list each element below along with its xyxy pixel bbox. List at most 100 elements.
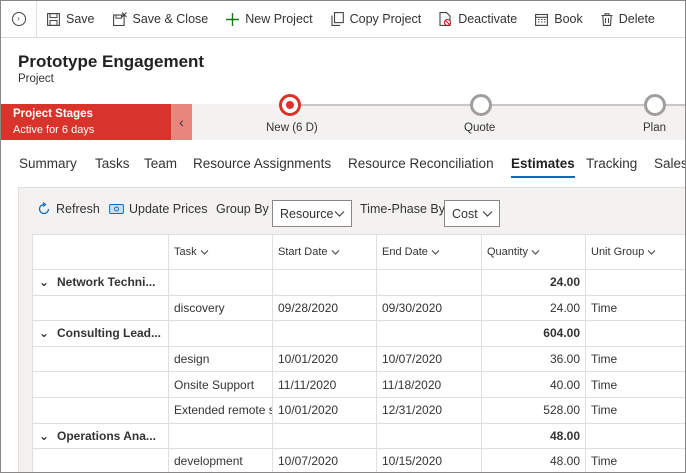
unit-group-cell[interactable]: Time (585, 371, 685, 398)
start-date-cell[interactable]: 10/01/2020 (272, 396, 377, 424)
save-icon (47, 12, 60, 26)
quantity-cell[interactable]: 40.00 (481, 371, 586, 398)
task-cell[interactable]: Extended remote s (168, 396, 273, 424)
table-row[interactable]: Extended remote s 10/01/2020 12/31/2020 … (32, 396, 685, 424)
start-date-cell[interactable]: 09/28/2020 (272, 294, 377, 322)
end-date-cell[interactable]: 09/30/2020 (376, 294, 482, 322)
deactivate-icon (439, 12, 452, 26)
refresh-icon (38, 202, 50, 215)
end-date-cell[interactable]: 12/31/2020 (376, 396, 482, 424)
group-cell[interactable]: ⌄ Network Techni... (32, 269, 169, 296)
table-row[interactable]: design 10/01/2020 10/07/2020 36.00 Time (32, 345, 685, 373)
copy-project-label: Copy Project (349, 12, 422, 26)
deactivate-label: Deactivate (458, 12, 518, 26)
group-cell[interactable]: ⌄ Consulting Lead... (32, 320, 169, 347)
start-date-cell[interactable]: 10/01/2020 (272, 345, 377, 373)
delete-label: Delete (618, 12, 655, 26)
tab-tracking[interactable]: Tracking (586, 156, 637, 171)
group-by-label: Group By (216, 202, 269, 216)
grid-cell (585, 269, 685, 296)
plus-icon (226, 12, 240, 26)
table-row[interactable]: development 10/07/2020 10/15/2020 48.00 … (32, 448, 685, 472)
update-prices-button[interactable]: Update Prices (109, 202, 208, 216)
chevron-down-icon[interactable]: ⌄ (39, 275, 57, 289)
page-title: Prototype Engagement (18, 52, 205, 71)
refresh-label: Refresh (56, 202, 100, 216)
tab-tasks[interactable]: Tasks (95, 156, 130, 171)
column-header-end-date[interactable]: End Date (376, 234, 482, 270)
save-and-close-button[interactable]: Save & Close (105, 1, 219, 37)
deactivate-button[interactable]: Deactivate (431, 1, 527, 37)
time-phase-by-label: Time-Phase By (360, 202, 445, 216)
business-process-flow: Project Stages Active for 6 days ‹ New (… (1, 94, 685, 140)
column-header-start-date[interactable]: Start Date (272, 234, 377, 270)
end-date-cell[interactable]: 11/18/2020 (376, 371, 482, 398)
process-stage-badge[interactable]: Project Stages Active for 6 days (1, 104, 171, 140)
start-date-cell[interactable]: 11/11/2020 (272, 371, 377, 398)
grid-cell (376, 269, 482, 296)
back-button[interactable]: › (1, 1, 37, 37)
save-button[interactable]: Save (37, 1, 105, 37)
update-prices-label: Update Prices (129, 202, 208, 216)
unit-group-cell[interactable]: Time (585, 294, 685, 322)
entity-type-label: Project (18, 73, 54, 85)
quantity-cell[interactable]: 36.00 (481, 345, 586, 373)
new-project-button[interactable]: New Project (218, 1, 322, 37)
tab-resource-reconciliation[interactable]: Resource Reconciliation (348, 156, 494, 171)
unit-group-cell[interactable]: Time (585, 396, 685, 424)
column-header-task[interactable]: Task (168, 234, 273, 270)
end-date-cell[interactable]: 10/15/2020 (376, 448, 482, 472)
stage-label-plan[interactable]: Plan (643, 122, 666, 134)
end-date-cell[interactable]: 10/07/2020 (376, 345, 482, 373)
stage-node-plan[interactable] (644, 94, 666, 116)
unit-group-cell[interactable]: Time (585, 448, 685, 472)
chevron-down-icon (331, 249, 339, 255)
chevron-down-icon[interactable]: ⌄ (39, 326, 57, 340)
unit-group-cell[interactable]: Time (585, 345, 685, 373)
group-by-dropdown[interactable]: Resource (272, 200, 352, 227)
task-cell[interactable]: development (168, 448, 273, 472)
stage-label-new[interactable]: New (6 D) (266, 122, 318, 134)
tab-sales[interactable]: Sales (654, 156, 685, 171)
chevron-down-icon[interactable]: ⌄ (39, 429, 57, 443)
column-header-unit-group[interactable]: Unit Group (585, 234, 685, 270)
group-row[interactable]: ⌄ Consulting Lead... 604.00 (32, 320, 685, 347)
stage-collapse-button[interactable]: ‹ (171, 104, 192, 140)
tab-summary[interactable]: Summary (19, 156, 77, 171)
stage-node-new[interactable] (279, 94, 301, 116)
tab-resource-assignments[interactable]: Resource Assignments (193, 156, 331, 171)
time-phase-dropdown[interactable]: Cost (444, 200, 500, 227)
group-cell[interactable]: ⌄ Operations Ana... (32, 422, 169, 450)
task-cell[interactable]: design (168, 345, 273, 373)
form-tabs: Summary Tasks Team Resource Assignments … (1, 151, 685, 181)
quantity-cell[interactable]: 24.00 (481, 294, 586, 322)
book-button[interactable]: Book (527, 1, 593, 37)
book-icon (535, 13, 549, 26)
chevron-down-icon (531, 249, 540, 255)
grid-cell (585, 422, 685, 450)
delete-button[interactable]: Delete (593, 1, 665, 37)
start-date-cell[interactable]: 10/07/2020 (272, 448, 377, 472)
chevron-down-icon (200, 249, 209, 255)
stage-node-quote[interactable] (470, 94, 492, 116)
tab-estimates[interactable]: Estimates (511, 156, 575, 178)
save-and-close-label: Save & Close (132, 12, 209, 26)
group-row[interactable]: ⌄ Operations Ana... 48.00 (32, 422, 685, 450)
group-row[interactable]: ⌄ Network Techni... 24.00 (32, 269, 685, 296)
copy-project-button[interactable]: Copy Project (323, 1, 432, 37)
stage-label-quote[interactable]: Quote (464, 122, 495, 134)
table-row[interactable]: Onsite Support 11/11/2020 11/18/2020 40.… (32, 371, 685, 398)
refresh-button[interactable]: Refresh (37, 202, 100, 216)
task-cell[interactable]: Onsite Support (168, 371, 273, 398)
estimates-table: Task Start Date End Date Quantity Unit G… (32, 234, 685, 472)
quantity-cell[interactable]: 528.00 (481, 396, 586, 424)
grid-cell (585, 320, 685, 347)
tab-team[interactable]: Team (144, 156, 177, 171)
column-header-label: Task (174, 246, 197, 258)
task-cell[interactable]: discovery (168, 294, 273, 322)
table-row[interactable]: discovery 09/28/2020 09/30/2020 24.00 Ti… (32, 294, 685, 322)
column-header-label: Unit Group (591, 246, 645, 258)
grid-cell (32, 294, 169, 322)
quantity-cell[interactable]: 48.00 (481, 448, 586, 472)
column-header-quantity[interactable]: Quantity (481, 234, 586, 270)
